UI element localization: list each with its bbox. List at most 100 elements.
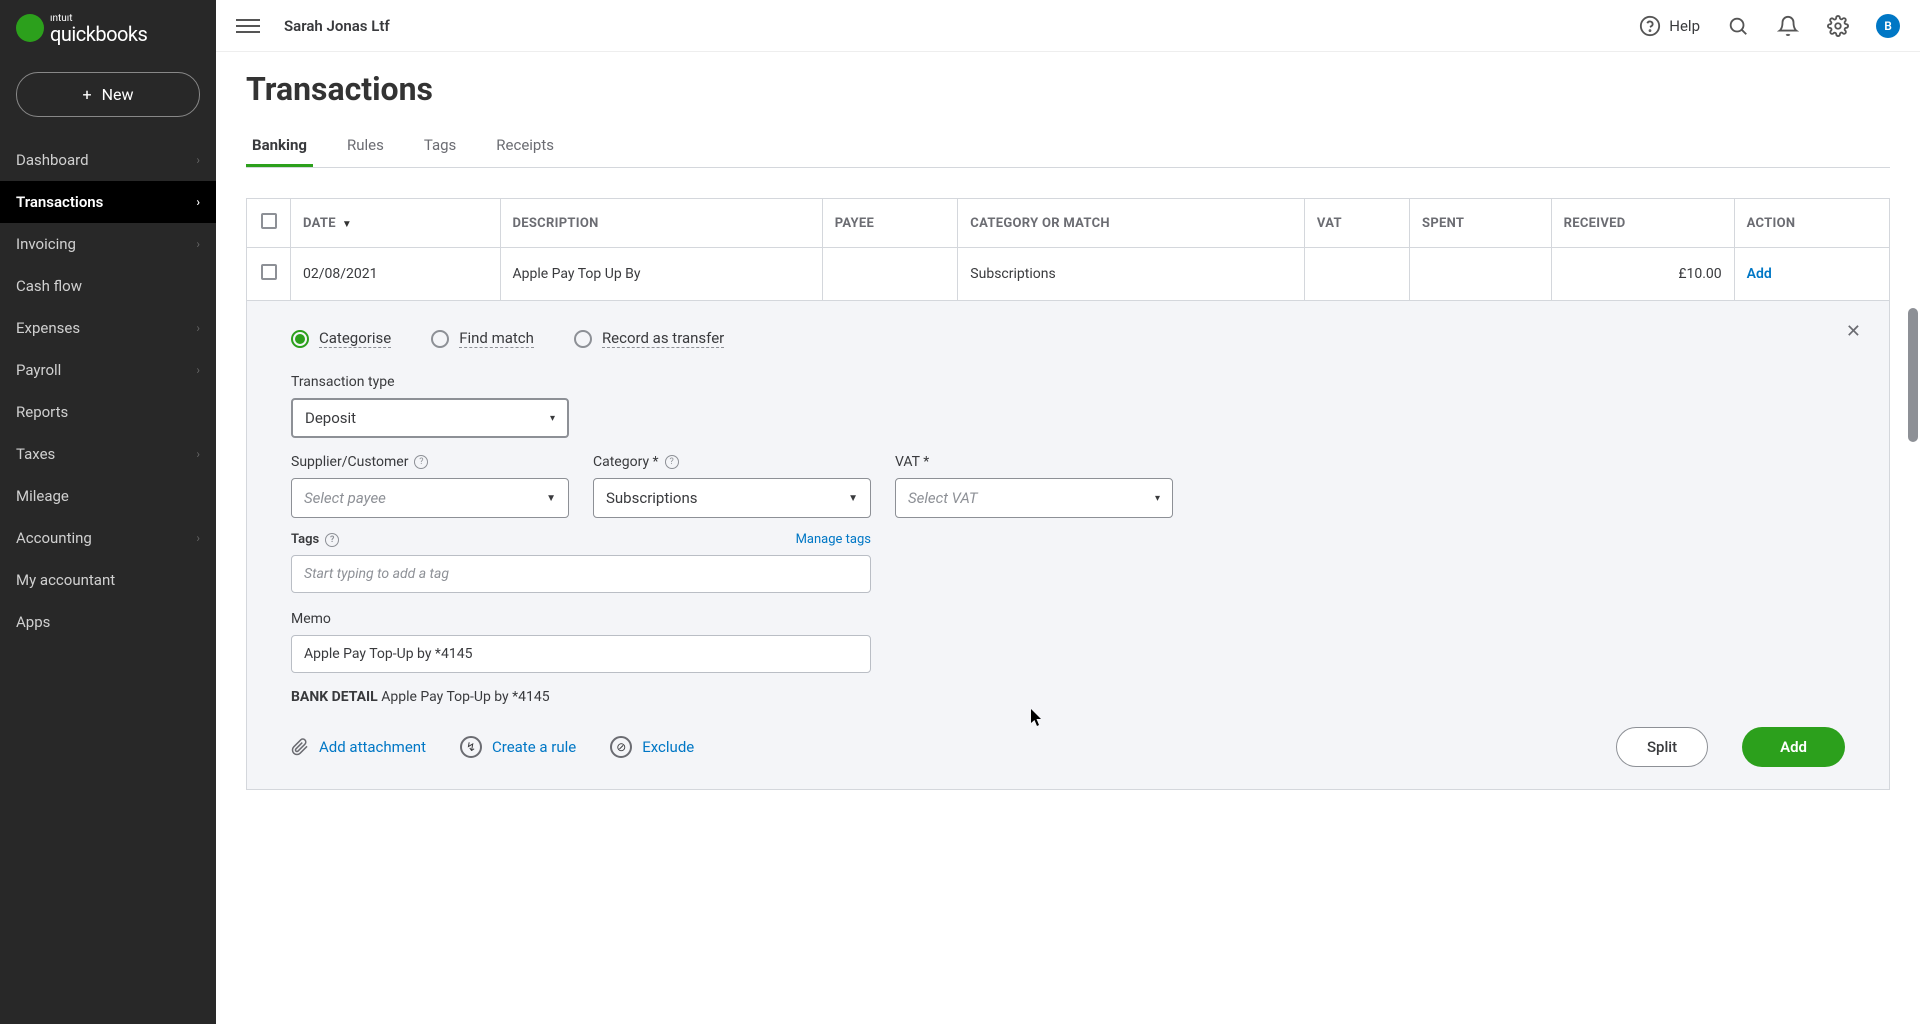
sidebar-item-dashboard[interactable]: Dashboard ›	[0, 139, 216, 181]
sidebar-item-invoicing[interactable]: Invoicing›	[0, 223, 216, 265]
sidebar-item-payroll[interactable]: Payroll›	[0, 349, 216, 391]
transaction-detail-panel: ✕ Categorise Find match Record as transfer…	[246, 301, 1890, 790]
sidebar-item-label: Taxes	[16, 445, 55, 463]
radio-icon	[431, 330, 449, 348]
transactions-table: DATE▼ DESCRIPTION PAYEE CATEGORY OR MATC…	[246, 198, 1890, 301]
chevron-right-icon: ›	[196, 363, 200, 377]
row-add-link[interactable]: Add	[1747, 266, 1772, 282]
tags-label: Tags?	[291, 532, 339, 547]
radio-label: Categorise	[319, 329, 391, 348]
supplier-label: Supplier/Customer?	[291, 454, 569, 470]
category-value: Subscriptions	[606, 489, 697, 507]
tab-banking[interactable]: Banking	[246, 126, 313, 167]
tab-tags[interactable]: Tags	[418, 126, 462, 167]
help-icon[interactable]: ?	[325, 533, 339, 547]
create-rule-label: Create a rule	[492, 738, 576, 756]
radio-categorise[interactable]: Categorise	[291, 329, 391, 348]
vat-label: VAT *	[895, 454, 1173, 470]
help-icon[interactable]: ?	[414, 455, 428, 469]
select-all-checkbox[interactable]	[261, 213, 277, 229]
add-button[interactable]: Add	[1742, 727, 1845, 767]
tags-input[interactable]: Start typing to add a tag	[291, 555, 871, 593]
col-received[interactable]: RECEIVED	[1551, 199, 1734, 248]
sidebar-item-label: Mileage	[16, 487, 69, 505]
avatar[interactable]: B	[1876, 14, 1900, 38]
cell-payee	[822, 248, 958, 301]
chevron-right-icon: ›	[196, 531, 200, 545]
tabs: Banking Rules Tags Receipts	[246, 126, 1890, 168]
exclude-link[interactable]: ⊘ Exclude	[610, 736, 694, 758]
notifications-icon[interactable]	[1776, 14, 1800, 38]
col-category[interactable]: CATEGORY OR MATCH	[958, 199, 1305, 248]
tab-rules[interactable]: Rules	[341, 126, 390, 167]
col-description[interactable]: DESCRIPTION	[500, 199, 822, 248]
chevron-down-icon: ▾	[1155, 493, 1160, 504]
cell-received: £10.00	[1551, 248, 1734, 301]
help-button[interactable]: Help	[1639, 15, 1700, 37]
col-date[interactable]: DATE▼	[291, 199, 501, 248]
sidebar-item-expenses[interactable]: Expenses›	[0, 307, 216, 349]
sidebar: ıntuıt quickbooks + New Dashboard › Transa…	[0, 0, 216, 1024]
category-label: Category *?	[593, 454, 871, 470]
sidebar-item-accounting[interactable]: Accounting›	[0, 517, 216, 559]
scrollbar[interactable]	[1908, 308, 1918, 442]
chevron-right-icon: ›	[196, 237, 200, 251]
exclude-icon: ⊘	[610, 736, 632, 758]
sidebar-item-reports[interactable]: Reports	[0, 391, 216, 433]
logo: ıntuıt quickbooks	[0, 0, 216, 54]
brand-name: quickbooks	[50, 24, 147, 44]
sidebar-item-label: Reports	[16, 403, 68, 421]
close-icon[interactable]: ✕	[1846, 321, 1861, 342]
exclude-label: Exclude	[642, 738, 694, 756]
memo-input[interactable]: Apple Pay Top-Up by *4145	[291, 635, 871, 673]
sidebar-item-label: My accountant	[16, 571, 115, 589]
cell-date: 02/08/2021	[291, 248, 501, 301]
add-attachment-link[interactable]: Add attachment	[291, 736, 426, 758]
plus-icon: +	[83, 85, 92, 104]
settings-icon[interactable]	[1826, 14, 1850, 38]
cell-description: Apple Pay Top Up By	[500, 248, 822, 301]
create-rule-link[interactable]: ↯ Create a rule	[460, 736, 576, 758]
search-icon[interactable]	[1726, 14, 1750, 38]
col-payee[interactable]: PAYEE	[822, 199, 958, 248]
sidebar-item-my-accountant[interactable]: My accountant	[0, 559, 216, 601]
table-row[interactable]: 02/08/2021 Apple Pay Top Up By Subscript…	[247, 248, 1890, 301]
add-attachment-label: Add attachment	[319, 738, 426, 756]
supplier-select[interactable]: Select payee ▼	[291, 478, 569, 518]
manage-tags-link[interactable]: Manage tags	[796, 532, 871, 547]
new-button[interactable]: + New	[16, 72, 200, 117]
radio-find-match[interactable]: Find match	[431, 329, 534, 348]
col-action[interactable]: ACTION	[1734, 199, 1889, 248]
split-button[interactable]: Split	[1616, 727, 1708, 767]
rule-icon: ↯	[460, 736, 482, 758]
quickbooks-logo-icon	[16, 14, 44, 42]
radio-record-as-transfer[interactable]: Record as transfer	[574, 329, 724, 348]
vat-select[interactable]: Select VAT ▾	[895, 478, 1173, 518]
tab-receipts[interactable]: Receipts	[490, 126, 560, 167]
sort-desc-icon: ▼	[342, 219, 352, 230]
menu-icon[interactable]	[236, 14, 260, 38]
sidebar-item-label: Dashboard	[16, 151, 89, 169]
col-spent[interactable]: SPENT	[1410, 199, 1552, 248]
row-checkbox[interactable]	[261, 264, 277, 280]
sidebar-item-mileage[interactable]: Mileage	[0, 475, 216, 517]
chevron-right-icon: ›	[196, 447, 200, 461]
chevron-right-icon: ›	[196, 153, 200, 167]
radio-label: Find match	[459, 329, 534, 348]
transaction-type-select[interactable]: Deposit ▾	[291, 398, 569, 438]
category-select[interactable]: Subscriptions ▼	[593, 478, 871, 518]
sidebar-item-cash-flow[interactable]: Cash flow	[0, 265, 216, 307]
sidebar-item-label: Transactions	[16, 193, 103, 211]
bank-detail: BANK DETAIL Apple Pay Top-Up by *4145	[291, 689, 1845, 705]
help-icon[interactable]: ?	[665, 455, 679, 469]
memo-label: Memo	[291, 611, 871, 627]
sidebar-item-taxes[interactable]: Taxes ›	[0, 433, 216, 475]
sidebar-item-label: Expenses	[16, 319, 80, 337]
col-vat[interactable]: VAT	[1304, 199, 1409, 248]
sidebar-item-apps[interactable]: Apps	[0, 601, 216, 643]
radio-icon	[574, 330, 592, 348]
sidebar-item-transactions[interactable]: Transactions›	[0, 181, 216, 223]
cursor-icon	[1031, 709, 1045, 727]
radio-label: Record as transfer	[602, 329, 724, 348]
header: Sarah Jonas Ltf Help B	[216, 0, 1920, 52]
